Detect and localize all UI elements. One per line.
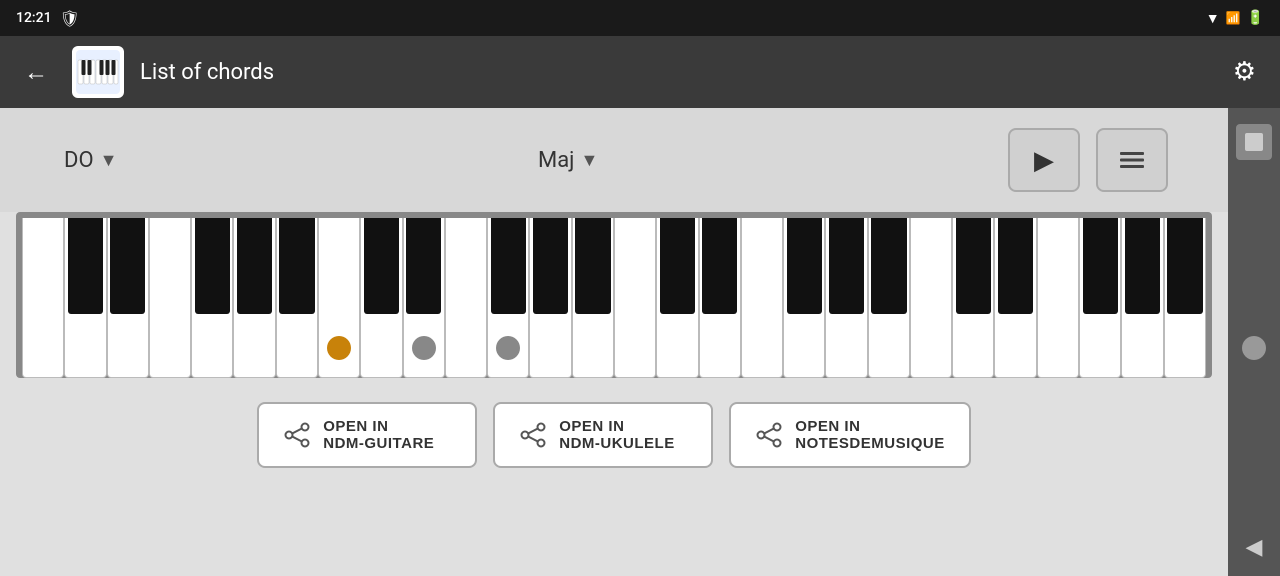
note-dropdown[interactable]: DO ▼ [60,140,518,181]
chord-dropdown[interactable]: Maj ▼ [534,140,992,181]
white-key-18[interactable] [741,218,783,378]
white-key-13[interactable] [529,218,571,378]
white-key-5[interactable] [191,218,233,378]
app-bar: ← List of chords ⚙ [0,36,1280,108]
white-key-26[interactable] [1079,218,1121,378]
note-dot-do [327,336,351,360]
white-keys [22,218,1206,378]
time-display: 12:21 [16,10,52,26]
app-icon [72,46,124,98]
note-dropdown-arrow: ▼ [100,150,118,171]
play-button[interactable]: ▶ [1008,128,1080,192]
white-key-16[interactable] [656,218,698,378]
open-in-ukulele-button[interactable]: OPEN IN NDM-UKULELE [493,402,713,468]
battery-icon: 🔋 [1247,10,1264,26]
note-dot-mi [412,336,436,360]
white-key-23[interactable] [952,218,994,378]
chord-dropdown-arrow: ▼ [580,150,598,171]
white-key-7[interactable] [276,218,318,378]
open-in-guitare-button[interactable]: OPEN IN NDM-GUITARE [257,402,477,468]
white-key-28[interactable] [1164,218,1206,378]
white-key-22[interactable] [910,218,952,378]
nav-back-arrow[interactable]: ◀ [1246,535,1263,560]
status-left: 12:21 🛡 [16,9,80,28]
white-key-9[interactable] [360,218,402,378]
share-notes-icon [755,421,783,449]
controls-row: DO ▼ Maj ▼ ▶ [0,108,1228,212]
white-key-14[interactable] [572,218,614,378]
white-key-20[interactable] [825,218,867,378]
signal-icon: 📶 [1226,11,1241,25]
status-bar: 12:21 🛡 ▼ 📶 🔋 [0,0,1280,36]
back-button[interactable]: ← [16,50,56,95]
white-key-25[interactable] [1037,218,1079,378]
white-key-3[interactable] [107,218,149,378]
page-title: List of chords [140,60,1209,85]
square-icon [1245,133,1263,151]
ukulele-button-label: OPEN IN NDM-UKULELE [559,418,675,452]
white-key-27[interactable] [1121,218,1163,378]
note-dot-sol [496,336,520,360]
note-value: DO [64,148,94,173]
white-key-17[interactable] [699,218,741,378]
status-right: ▼ 📶 🔋 [1206,10,1264,27]
share-ukulele-icon [519,421,547,449]
wifi-icon: ▼ [1206,10,1220,27]
piano-keyboard[interactable] [22,218,1206,378]
white-key-19[interactable] [783,218,825,378]
white-key-6[interactable] [233,218,275,378]
notes-icon [1118,148,1146,172]
play-icon: ▶ [1034,145,1054,176]
chord-value: Maj [538,148,574,173]
main-content: DO ▼ Maj ▼ ▶ [0,108,1228,576]
settings-button[interactable]: ⚙ [1225,49,1264,95]
open-in-notesdemusique-button[interactable]: OPEN IN NOTESDEMUSIQUE [729,402,971,468]
white-key-2[interactable] [64,218,106,378]
nav-circle-button[interactable] [1242,336,1266,360]
white-key-24[interactable] [994,218,1036,378]
white-key-1[interactable] [22,218,64,378]
white-key-11[interactable] [445,218,487,378]
piano-wrapper [16,212,1212,378]
notes-button[interactable] [1096,128,1168,192]
right-nav: ◀ [1228,108,1280,576]
white-key-21[interactable] [868,218,910,378]
share-guitare-icon [283,421,311,449]
bottom-buttons: OPEN IN NDM-GUITARE OPEN IN NDM-UKULELE … [0,378,1228,492]
white-key-15[interactable] [614,218,656,378]
notes-button-label: OPEN IN NOTESDEMUSIQUE [795,418,945,452]
piano-app-icon [76,50,120,94]
sim-icon: 🛡 [60,9,80,28]
white-key-4[interactable] [149,218,191,378]
guitare-button-label: OPEN IN NDM-GUITARE [323,418,434,452]
nav-square-button[interactable] [1236,124,1272,160]
